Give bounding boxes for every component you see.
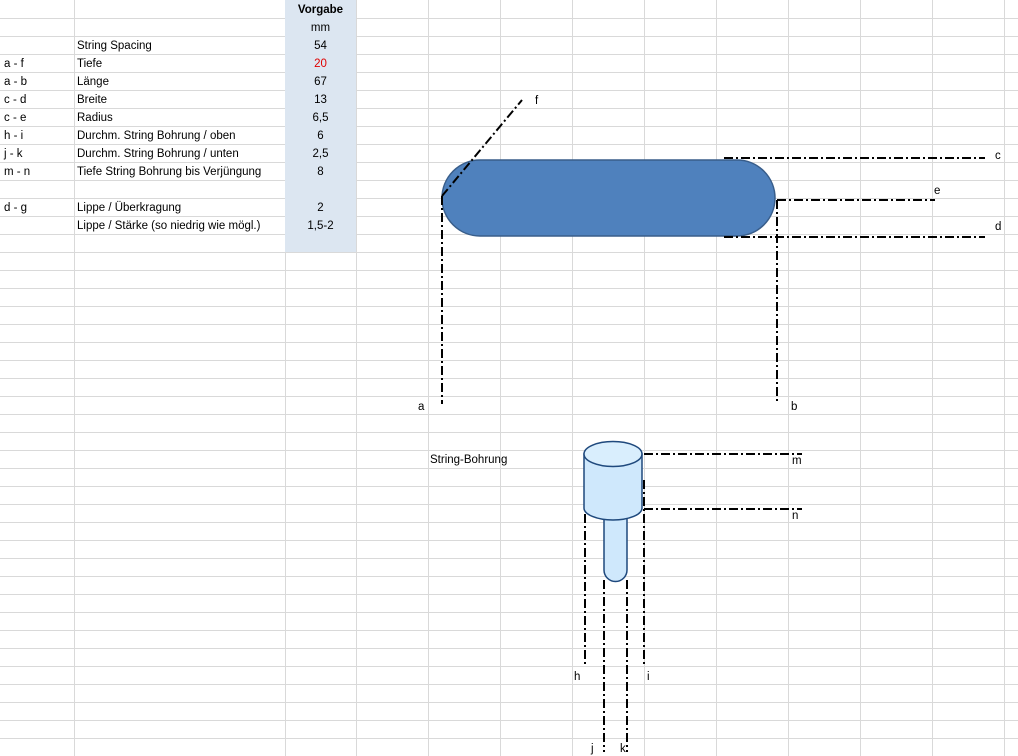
spreadsheet[interactable]: Vorgabe mm String Spacing 54 a - f Tiefe 20 a… xyxy=(0,0,1018,756)
label-point-k: k xyxy=(620,743,626,755)
label-point-a: a xyxy=(418,401,425,413)
string-bore-shape[interactable] xyxy=(583,440,643,583)
label-point-i: i xyxy=(647,671,650,683)
label-point-e: e xyxy=(934,185,940,197)
label-point-n: n xyxy=(792,510,798,522)
label-point-f: f xyxy=(535,95,539,107)
label-point-h: h xyxy=(574,671,580,683)
technical-drawing: a b c d e f h i j k m n xyxy=(418,95,1001,755)
label-point-j: j xyxy=(590,743,594,755)
bore-top-ellipse xyxy=(583,440,643,468)
label-point-m: m xyxy=(792,455,802,467)
saddle-shape[interactable] xyxy=(441,159,776,237)
bore-lower-cylinder xyxy=(603,515,628,583)
label-point-c: c xyxy=(995,150,1001,162)
label-point-d: d xyxy=(995,221,1001,233)
label-point-b: b xyxy=(791,401,797,413)
bore-title[interactable]: String-Bohrung xyxy=(430,451,550,469)
